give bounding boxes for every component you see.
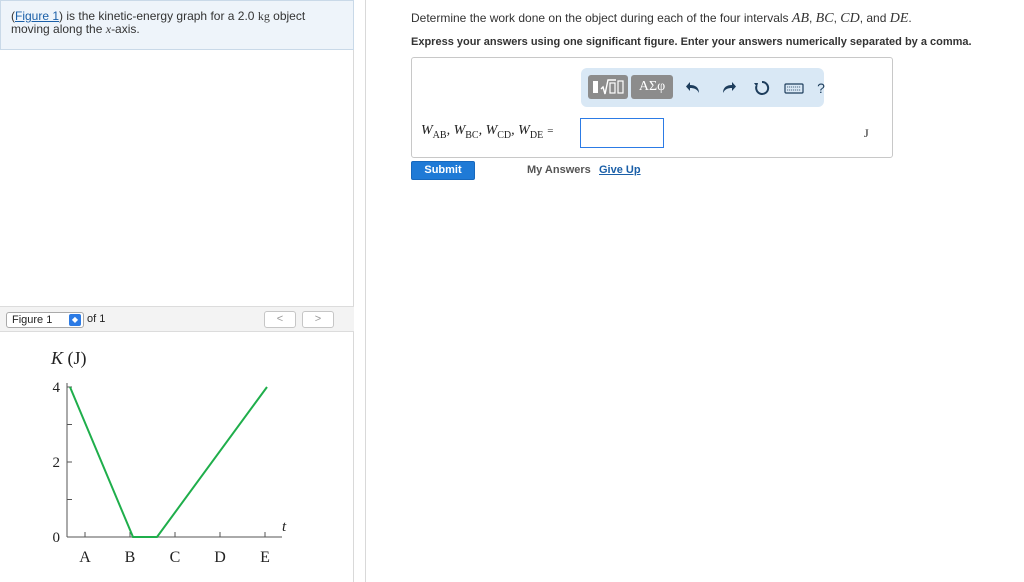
next-figure-button[interactable]: > (302, 311, 334, 328)
unit-label: J (864, 126, 869, 140)
answer-instruction: Express your answers using one significa… (411, 36, 972, 48)
reset-icon[interactable] (752, 78, 772, 98)
question-comma-1: , (809, 11, 816, 25)
var-sub-cd: CD (497, 129, 512, 141)
var-sub-ab: AB (432, 129, 447, 141)
var-sub-de: DE (529, 129, 544, 141)
answer-input[interactable] (580, 118, 664, 148)
y-tick-label: 4 (53, 380, 61, 396)
y-axis-label-var: K (50, 348, 68, 368)
y-tick-label: 2 (53, 455, 61, 471)
var-w-bc: W (453, 123, 466, 138)
y-axis-label: K (J) (50, 348, 87, 369)
figure-area: 0 2 4 A B C D E K (J) t (0, 332, 354, 582)
x-tick-label: E (260, 549, 270, 566)
submit-button[interactable]: Submit (411, 161, 475, 180)
redo-arrow-icon[interactable] (718, 78, 738, 98)
undo-arrow-icon[interactable] (684, 78, 704, 98)
question-text: Determine the work done on the object du… (411, 11, 912, 27)
kinetic-energy-graph: 0 2 4 A B C D E K (J) t (50, 348, 287, 566)
figure-select-value: Figure 1 (12, 314, 53, 326)
figure-count: of 1 (87, 313, 106, 325)
intro-unit-kg: kg (257, 9, 270, 23)
keyboard-icon[interactable] (784, 78, 804, 98)
var-w-de: W (518, 123, 530, 138)
equals-sign: = (547, 125, 554, 137)
question-lead: Determine the work done on the object du… (411, 11, 792, 25)
var-sub-bc: BC (465, 129, 479, 141)
my-answers-link[interactable]: My Answers (527, 164, 591, 176)
var-w-ab: W (421, 123, 433, 138)
x-tick-label: B (125, 549, 136, 566)
var-w-cd: W (485, 123, 498, 138)
select-caret-icon: ◆ (69, 314, 81, 326)
interval-bc: BC (815, 11, 834, 26)
var-comma-2: , (478, 123, 486, 138)
figure-link[interactable]: Figure 1 (15, 9, 59, 23)
left-empty-area (0, 50, 354, 306)
figure-select[interactable]: Figure 1 ◆ (6, 312, 84, 328)
y-tick-label: 0 (53, 530, 61, 546)
x-tick-label: D (214, 549, 226, 566)
right-panel: Determine the work done on the object du… (366, 0, 1024, 582)
templates-icon (593, 79, 624, 95)
answer-variables-label: WAB, WBC, WCD, WDE = (421, 123, 553, 141)
y-axis-label-unit: (J) (68, 348, 87, 369)
templates-button[interactable] (588, 75, 628, 99)
left-panel: (Figure 1) is the kinetic-energy graph f… (0, 0, 366, 582)
figure-nav-bar: Figure 1 ◆ of 1 < > (0, 306, 354, 332)
x-axis-label: t (282, 519, 287, 535)
help-button[interactable]: ? (814, 78, 828, 98)
intro-text-3: -axis. (111, 22, 140, 36)
question-and: , and (859, 11, 890, 25)
x-tick-label: C (170, 549, 181, 566)
kinetic-energy-line (69, 386, 268, 538)
symbols-button[interactable]: ΑΣφ (631, 75, 673, 99)
figure-intro: (Figure 1) is the kinetic-energy graph f… (0, 0, 354, 50)
intro-text-1: ) is the kinetic-energy graph for a 2.0 (59, 9, 258, 23)
give-up-link[interactable]: Give Up (599, 164, 641, 176)
prev-figure-button[interactable]: < (264, 311, 296, 328)
answer-box: ΑΣφ ? WAB, WBC, WCD, WDE = J (411, 57, 893, 158)
interval-de: DE (889, 11, 909, 26)
question-period: . (908, 11, 912, 25)
x-tick-label: A (79, 549, 91, 566)
var-comma-1: , (446, 123, 454, 138)
interval-ab: AB (791, 11, 809, 26)
math-toolbar: ΑΣφ ? (581, 68, 825, 107)
interval-cd: CD (840, 11, 860, 26)
